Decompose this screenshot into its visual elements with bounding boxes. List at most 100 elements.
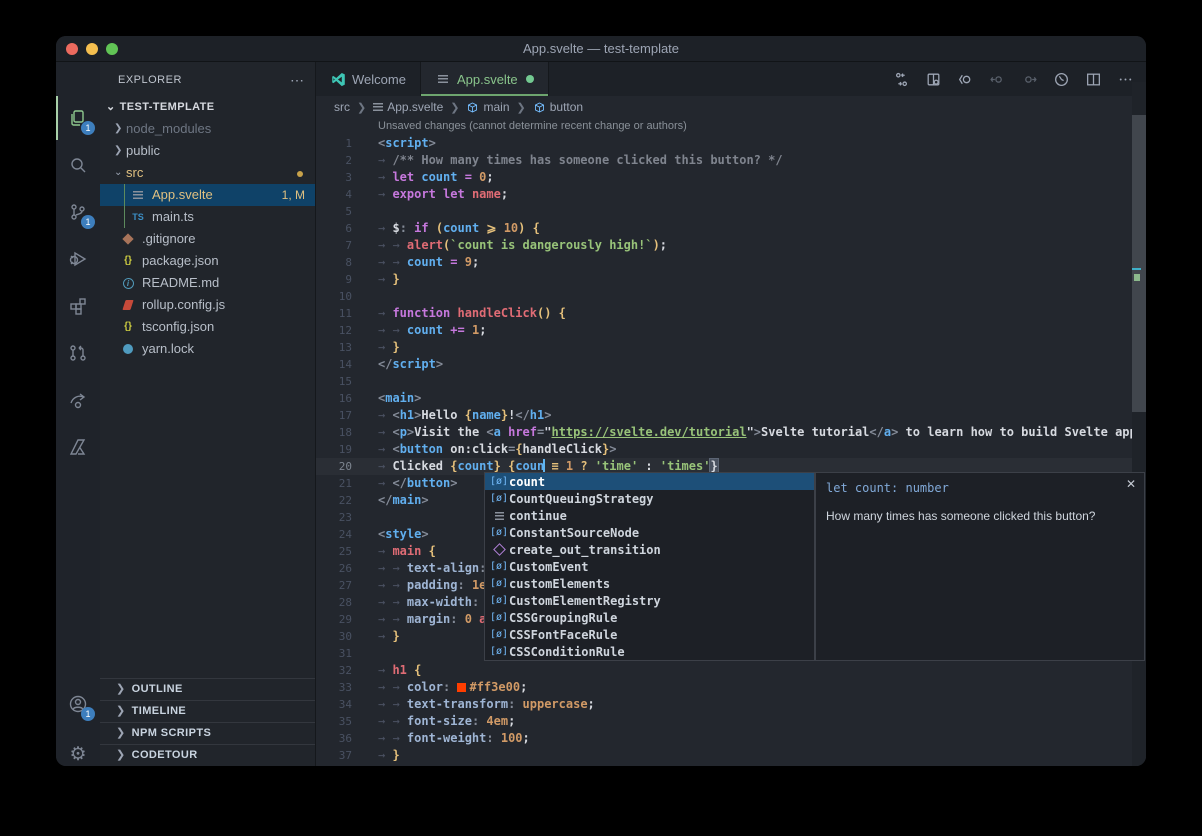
code-line-15[interactable]: 15 bbox=[316, 373, 1146, 390]
suggest-item-cssconditionrule[interactable]: [ø]CSSConditionRule bbox=[485, 643, 814, 660]
tree-file--gitignore[interactable]: .gitignore bbox=[100, 228, 315, 250]
toggle-blame-icon[interactable] bbox=[888, 66, 914, 92]
code-line-18[interactable]: 18→ <p>Visit the <a href="https://svelte… bbox=[316, 424, 1146, 441]
run-codetour-icon[interactable] bbox=[1048, 66, 1074, 92]
suggest-item-cssgroupingrule[interactable]: [ø]CSSGroupingRule bbox=[485, 609, 814, 626]
suggest-item-customevent[interactable]: [ø]CustomEvent bbox=[485, 558, 814, 575]
tree-file-yarn-lock[interactable]: yarn.lock bbox=[100, 338, 315, 360]
tab-app-svelte[interactable]: App.svelte bbox=[421, 62, 549, 96]
tree-file-main-ts[interactable]: TSmain.ts bbox=[100, 206, 315, 228]
tree-folder-public[interactable]: ❯public bbox=[100, 140, 315, 162]
code-line-1[interactable]: 1<script> bbox=[316, 135, 1146, 152]
section-codetour[interactable]: ❯CODETOUR bbox=[100, 744, 315, 766]
tree-file-rollup-config-js[interactable]: rollup.config.js bbox=[100, 294, 315, 316]
activity-extensions-icon[interactable] bbox=[56, 284, 100, 328]
file-label: main.ts bbox=[152, 206, 194, 228]
symbol-variable-icon: [ø] bbox=[489, 578, 509, 589]
previous-change-icon[interactable] bbox=[984, 66, 1010, 92]
section-timeline[interactable]: ❯TIMELINE bbox=[100, 700, 315, 722]
tab-welcome[interactable]: Welcome bbox=[316, 62, 421, 96]
suggest-item-continue[interactable]: continue bbox=[485, 507, 814, 524]
tree-folder-node-modules[interactable]: ❯node_modules bbox=[100, 118, 315, 140]
section-outline[interactable]: ❯OUTLINE bbox=[100, 678, 315, 700]
activity-account-icon[interactable]: 1 bbox=[56, 682, 100, 726]
code-line-33[interactable]: 33→ → color: #ff3e00; bbox=[316, 679, 1146, 696]
symbol-icon bbox=[533, 101, 546, 114]
code-editor[interactable]: Unsaved changes (cannot determine recent… bbox=[316, 118, 1146, 766]
tree-file-readme-md[interactable]: iREADME.md bbox=[100, 272, 315, 294]
glyph-margin bbox=[352, 169, 378, 186]
suggest-item-countqueuingstrategy[interactable]: [ø]CountQueuingStrategy bbox=[485, 490, 814, 507]
activity-search-icon[interactable] bbox=[56, 143, 100, 187]
activity-azure-icon[interactable] bbox=[56, 425, 100, 469]
code-line-11[interactable]: 11→ function handleClick() { bbox=[316, 305, 1146, 322]
line-number: 28 bbox=[316, 594, 352, 611]
code-line-5[interactable]: 5 bbox=[316, 203, 1146, 220]
activity-live-share-icon[interactable] bbox=[56, 378, 100, 422]
activity-run-and-debug-icon[interactable] bbox=[56, 237, 100, 281]
symbol-variable-icon: [ø] bbox=[489, 527, 509, 538]
split-editor-icon[interactable] bbox=[1080, 66, 1106, 92]
explorer-sidebar: EXPLORER ⋯ ⌄TEST-TEMPLATE ❯node_modules❯… bbox=[100, 62, 316, 766]
suggest-item-customelements[interactable]: [ø]customElements bbox=[485, 575, 814, 592]
file-label: yarn.lock bbox=[142, 338, 194, 360]
suggest-item-create_out_transition[interactable]: create_out_transition bbox=[485, 541, 814, 558]
code-line-13[interactable]: 13→ } bbox=[316, 339, 1146, 356]
open-preview-icon[interactable] bbox=[920, 66, 946, 92]
navigate-back-icon[interactable] bbox=[952, 66, 978, 92]
tree-file-tsconfig-json[interactable]: {}tsconfig.json bbox=[100, 316, 315, 338]
code-line-14[interactable]: 14</script> bbox=[316, 356, 1146, 373]
tree-root-test-template[interactable]: ⌄TEST-TEMPLATE bbox=[100, 96, 315, 118]
glyph-margin bbox=[352, 135, 378, 152]
code-line-35[interactable]: 35→ → font-size: 4em; bbox=[316, 713, 1146, 730]
scrollbar-slider[interactable] bbox=[1132, 115, 1146, 412]
code-line-3[interactable]: 3→ let count = 0; bbox=[316, 169, 1146, 186]
code-line-12[interactable]: 12→ → count += 1; bbox=[316, 322, 1146, 339]
file-label: package.json bbox=[142, 250, 219, 272]
section-npm-scripts[interactable]: ❯NPM SCRIPTS bbox=[100, 722, 315, 744]
code-line-36[interactable]: 36→ → font-weight: 100; bbox=[316, 730, 1146, 747]
code-line-37[interactable]: 37→ } bbox=[316, 747, 1146, 764]
code-line-17[interactable]: 17→ <h1>Hello {name}!</h1> bbox=[316, 407, 1146, 424]
breadcrumb-main[interactable]: main bbox=[466, 100, 509, 114]
activity-settings-gear-icon[interactable]: ⚙ bbox=[56, 732, 100, 766]
symbol-keyword-icon bbox=[489, 512, 509, 520]
lightbulb-icon[interactable] bbox=[358, 461, 369, 472]
explorer-more-actions-icon[interactable]: ⋯ bbox=[290, 72, 305, 89]
code-line-7[interactable]: 7→ → alert(`count is dangerously high!`)… bbox=[316, 237, 1146, 254]
suggest-details-panel: let count: number How many times has som… bbox=[815, 472, 1145, 661]
glyph-margin bbox=[352, 356, 378, 373]
tree-folder-src[interactable]: ⌄src bbox=[100, 162, 315, 184]
code-line-9[interactable]: 9→ } bbox=[316, 271, 1146, 288]
file-label: src bbox=[126, 162, 143, 184]
next-change-icon[interactable] bbox=[1016, 66, 1042, 92]
suggest-item-count[interactable]: [ø]count bbox=[485, 473, 814, 490]
code-line-10[interactable]: 10 bbox=[316, 288, 1146, 305]
code-line-19[interactable]: 19→ <button on:click={handleClick}> bbox=[316, 441, 1146, 458]
tree-file-app-svelte[interactable]: App.svelte1, M bbox=[100, 184, 315, 206]
code-line-6[interactable]: 6→ $: if (count ⩾ 10) { bbox=[316, 220, 1146, 237]
activity-github-pull-requests-icon[interactable] bbox=[56, 331, 100, 375]
code-line-16[interactable]: 16<main> bbox=[316, 390, 1146, 407]
code-line-8[interactable]: 8→ → count = 9; bbox=[316, 254, 1146, 271]
color-swatch[interactable] bbox=[457, 683, 466, 692]
suggest-item-cssfontfacerule[interactable]: [ø]CSSFontFaceRule bbox=[485, 626, 814, 643]
activity-source-control-icon[interactable]: 1 bbox=[56, 190, 100, 234]
breadcrumb-src[interactable]: src bbox=[334, 100, 350, 114]
code-line-2[interactable]: 2→ /** How many times has someone clicke… bbox=[316, 152, 1146, 169]
breadcrumb-app-svelte[interactable]: App.svelte bbox=[373, 100, 443, 114]
suggest-item-customelementregistry[interactable]: [ø]CustomElementRegistry bbox=[485, 592, 814, 609]
code-line-4[interactable]: 4→ export let name; bbox=[316, 186, 1146, 203]
activity-explorer-icon[interactable]: 1 bbox=[56, 96, 100, 140]
glyph-margin bbox=[352, 237, 378, 254]
chevron-right-icon: ❯ bbox=[357, 101, 366, 114]
code-line-32[interactable]: 32→ h1 { bbox=[316, 662, 1146, 679]
suggest-item-constantsourcenode[interactable]: [ø]ConstantSourceNode bbox=[485, 524, 814, 541]
code-line-34[interactable]: 34→ → text-transform: uppercase; bbox=[316, 696, 1146, 713]
tree-file-package-json[interactable]: {}package.json bbox=[100, 250, 315, 272]
line-number: 8 bbox=[316, 254, 352, 271]
title-bar[interactable]: App.svelte — test-template bbox=[56, 36, 1146, 62]
close-icon[interactable]: ✕ bbox=[1126, 477, 1136, 491]
breadcrumb-button[interactable]: button bbox=[533, 100, 583, 114]
unsaved-changes-dot[interactable] bbox=[526, 75, 534, 83]
